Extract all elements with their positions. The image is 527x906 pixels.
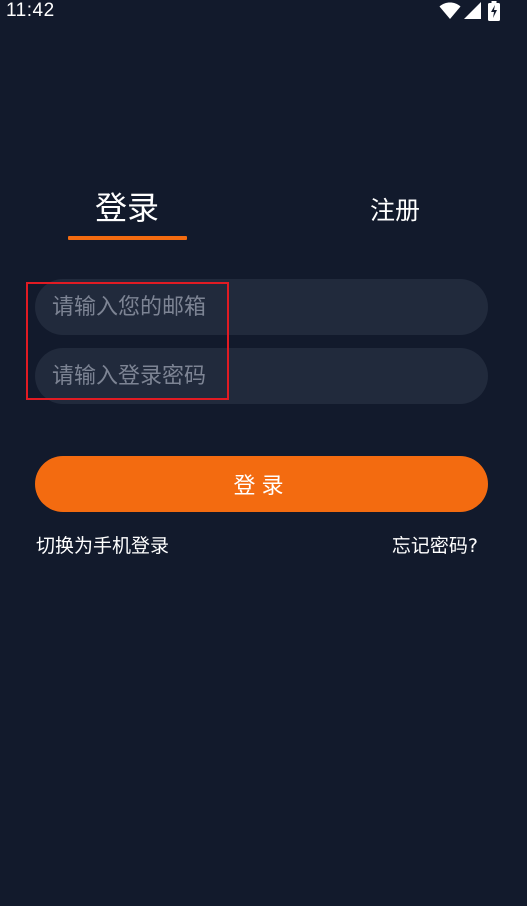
status-time: 11:42 [6, 0, 55, 21]
switch-phone-login-link[interactable]: 切换为手机登录 [36, 534, 169, 558]
tab-active-indicator [68, 236, 187, 240]
password-field-container [35, 348, 488, 404]
cellular-signal-icon [464, 2, 481, 19]
wifi-icon [439, 2, 461, 20]
email-input[interactable] [52, 279, 488, 335]
login-button[interactable]: 登录 [35, 456, 488, 512]
forgot-password-link[interactable]: 忘记密码? [392, 534, 478, 558]
status-bar: 11:42 [0, 0, 527, 26]
tab-login[interactable]: 登录 [68, 183, 186, 229]
password-input[interactable] [52, 348, 488, 404]
tab-register[interactable]: 注册 [335, 186, 455, 232]
battery-charging-icon [488, 1, 500, 21]
email-field-container [35, 279, 488, 335]
